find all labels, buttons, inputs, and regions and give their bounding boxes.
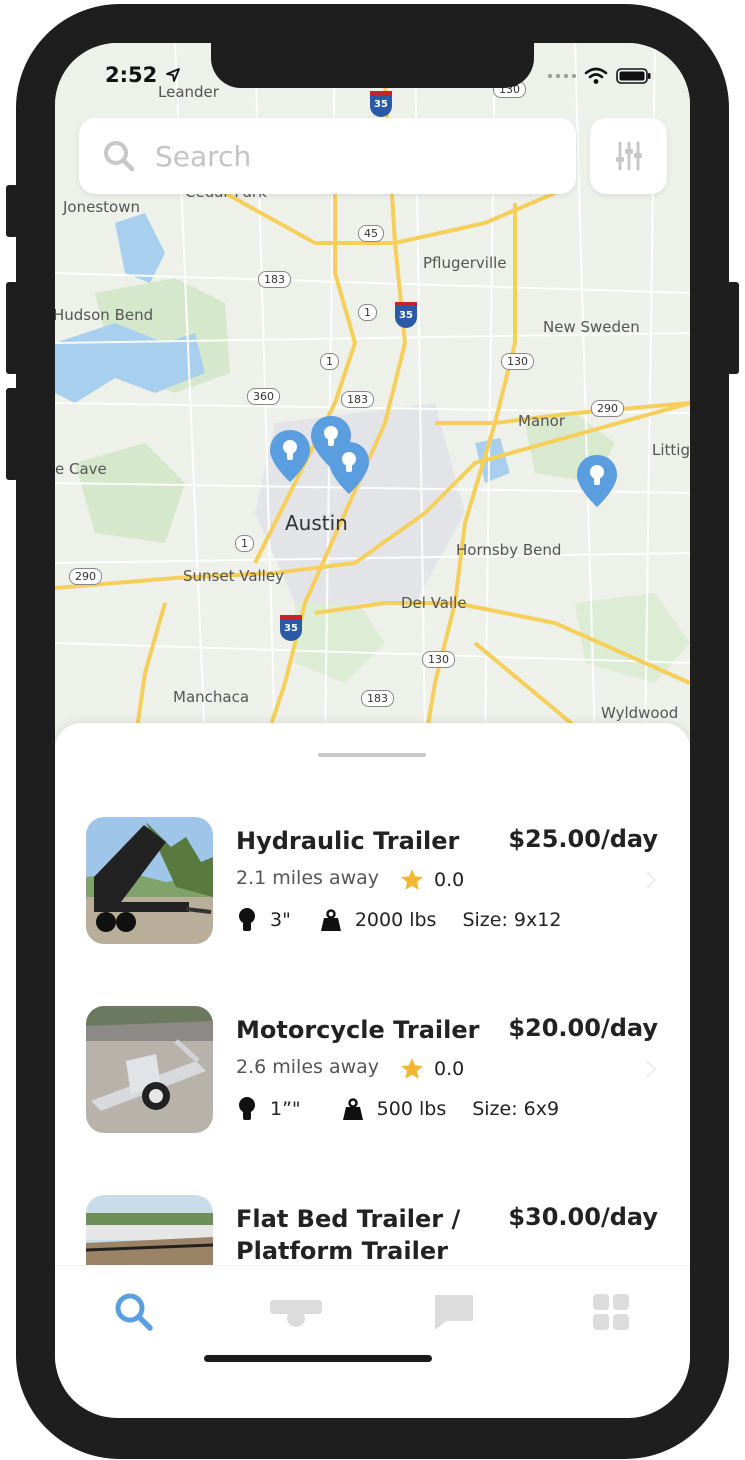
map-label-wyldwood: Wyldwood — [601, 704, 679, 722]
listing-distance: 2.6 miles away — [236, 1056, 380, 1078]
interstate-shield: 35 — [395, 302, 417, 328]
weight-icon — [320, 909, 341, 931]
trailer-icon — [270, 1300, 322, 1327]
listing-card[interactable]: Motorcycle Trailer $20.00/day 2.6 miles … — [86, 1006, 666, 1134]
sheet-drag-handle[interactable] — [318, 753, 426, 757]
listing-price: $20.00/day — [508, 1014, 658, 1042]
map-pin-icon[interactable] — [268, 428, 312, 486]
route-shield: 183 — [361, 690, 394, 707]
route-shield: 1 — [235, 535, 254, 552]
listing-capacity: 500 lbs — [376, 1098, 447, 1120]
search-icon — [104, 141, 135, 172]
battery-icon — [616, 68, 651, 84]
listing-size: Size: 9x12 — [462, 909, 562, 931]
chat-bubble-icon — [435, 1295, 473, 1329]
map-label-leander: Leander — [158, 83, 219, 101]
interstate-shield: 35 — [280, 615, 302, 641]
route-shield: 130 — [501, 353, 534, 370]
chevron-right-icon — [646, 871, 657, 889]
notch — [211, 43, 534, 88]
map-label-pflugerville: Pflugerville — [423, 254, 507, 272]
location-arrow-icon — [166, 68, 180, 82]
tab-bar — [55, 1265, 690, 1366]
tab-messages[interactable] — [430, 1288, 478, 1336]
listing-rating: 0.0 — [434, 1058, 465, 1080]
search-input[interactable] — [153, 138, 557, 174]
listing-size: Size: 6x9 — [472, 1098, 560, 1120]
hitch-ball-icon — [239, 908, 255, 931]
tab-menu[interactable] — [587, 1288, 635, 1336]
route-shield: 290 — [69, 568, 102, 585]
cellular-signal-icon — [548, 74, 576, 78]
listing-specs: 3" 2000 lbs Size: 9x12 — [236, 907, 561, 933]
interstate-shield: 35 — [370, 91, 392, 117]
map-label-bee-cave: e Cave — [55, 460, 107, 478]
home-indicator — [204, 1355, 432, 1362]
listing-rating: 0.0 — [434, 869, 465, 891]
listings-sheet[interactable]: Hydraulic Trailer $25.00/day 2.1 miles a… — [55, 723, 690, 1322]
volume-up-button — [6, 282, 18, 374]
map-pin-icon[interactable] — [327, 440, 371, 498]
map-label-hornsby-bend: Hornsby Bend — [456, 541, 562, 559]
route-shield: 1 — [320, 353, 339, 370]
status-indicators — [548, 67, 652, 85]
route-shield: 1 — [358, 304, 377, 321]
status-time: 2:52 — [105, 63, 158, 87]
route-shield: 360 — [247, 388, 280, 405]
map-label-new-sweden: New Sweden — [543, 318, 640, 336]
listing-card[interactable]: Hydraulic Trailer $25.00/day 2.1 miles a… — [86, 817, 666, 945]
search-bar[interactable] — [79, 118, 576, 194]
star-icon — [401, 1058, 423, 1079]
listing-specs: 1”" 500 lbs Size: 6x9 — [236, 1096, 559, 1122]
tab-trailers[interactable] — [268, 1288, 324, 1336]
weight-icon — [342, 1098, 363, 1120]
listing-title: Motorcycle Trailer — [236, 1016, 480, 1044]
power-button — [727, 282, 739, 374]
hitch-ball-icon — [239, 1097, 255, 1120]
volume-down-button — [6, 388, 18, 480]
map-label-littig: Littig — [652, 441, 690, 459]
filter-sliders-icon — [615, 141, 642, 171]
mute-switch — [6, 185, 18, 237]
grid-menu-icon — [593, 1294, 629, 1330]
listing-title: Hydraulic Trailer — [236, 827, 460, 855]
route-shield: 130 — [422, 651, 455, 668]
route-shield: 183 — [258, 271, 291, 288]
tab-search[interactable] — [110, 1288, 158, 1336]
map-label-austin: Austin — [285, 511, 348, 535]
route-shield: 45 — [358, 225, 384, 242]
listing-distance: 2.1 miles away — [236, 867, 380, 889]
map-label-jonestown: Jonestown — [63, 198, 140, 216]
chevron-right-icon — [646, 1060, 657, 1078]
map-pin-icon[interactable] — [575, 453, 619, 511]
wifi-icon — [584, 67, 608, 84]
listing-thumbnail — [86, 1006, 213, 1133]
listing-price: $30.00/day — [508, 1203, 658, 1231]
listing-title: Flat Bed Trailer / Platform Trailer — [236, 1205, 461, 1265]
map-label-manor: Manor — [518, 412, 565, 430]
map-label-hudson-bend: Hudson Bend — [55, 306, 154, 324]
map-label-manchaca: Manchaca — [173, 688, 250, 706]
star-icon — [401, 869, 423, 890]
listing-price: $25.00/day — [508, 825, 658, 853]
search-icon — [115, 1293, 153, 1331]
map-label-sunset-valley: Sunset Valley — [183, 567, 284, 585]
app-screen: Leander Cedar Park Round Rock Jonestown … — [55, 43, 690, 1418]
map-label-del-valle: Del Valle — [401, 594, 467, 612]
route-shield: 183 — [341, 391, 374, 408]
listing-hitch-size: 3" — [270, 909, 291, 931]
listing-capacity: 2000 lbs — [354, 909, 437, 931]
route-shield: 290 — [591, 400, 624, 417]
listing-hitch-size: 1”" — [270, 1098, 301, 1120]
filter-button[interactable] — [590, 118, 667, 194]
listing-thumbnail — [86, 817, 213, 944]
